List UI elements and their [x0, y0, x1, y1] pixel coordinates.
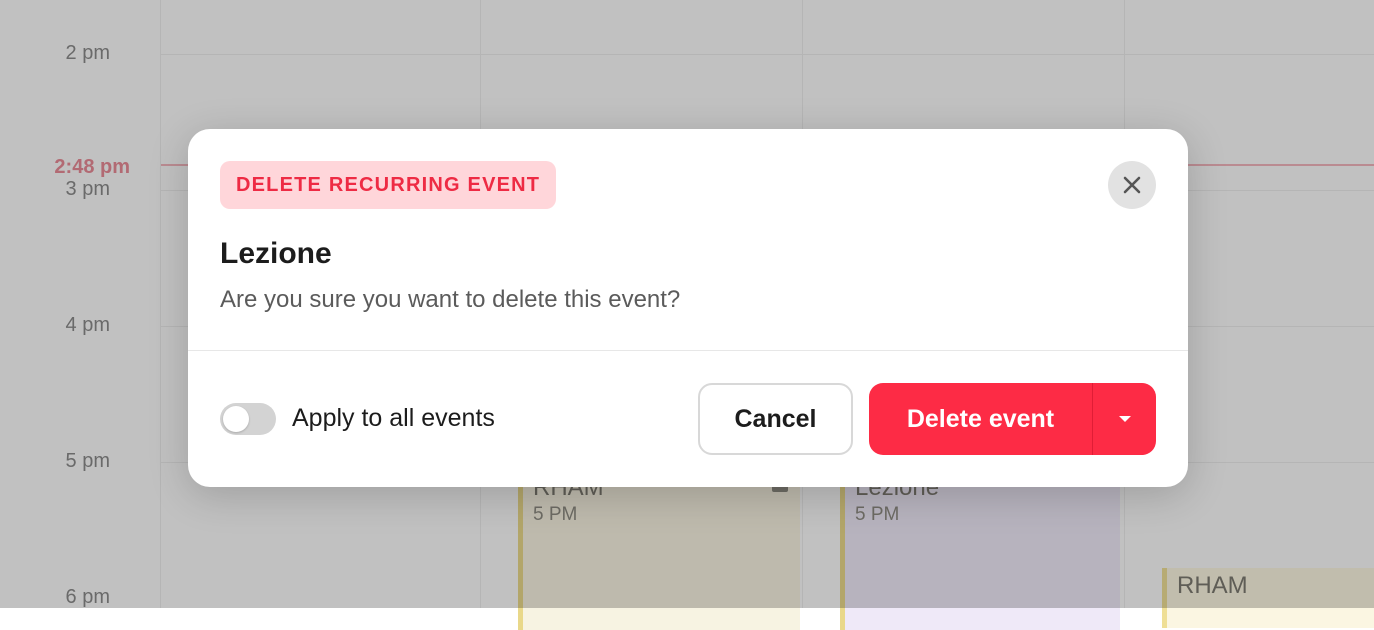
dialog-title: Lezione	[220, 237, 332, 270]
apply-to-all-label[interactable]: Apply to all events	[292, 404, 495, 433]
close-button[interactable]	[1108, 161, 1156, 209]
delete-split-button: Delete event	[869, 383, 1156, 455]
close-icon	[1123, 176, 1141, 194]
dialog-divider	[188, 350, 1188, 351]
toggle-knob	[223, 406, 249, 432]
apply-to-all-toggle[interactable]	[220, 403, 276, 435]
cancel-button[interactable]: Cancel	[698, 383, 853, 455]
dialog-message: Are you sure you want to delete this eve…	[220, 286, 681, 313]
caret-down-icon	[1118, 416, 1131, 422]
delete-options-dropdown[interactable]	[1093, 383, 1156, 455]
delete-event-dialog: DELETE RECURRING EVENT Lezione Are you s…	[188, 129, 1188, 487]
delete-recurring-badge: DELETE RECURRING EVENT	[220, 161, 557, 209]
delete-event-button[interactable]: Delete event	[869, 383, 1092, 455]
